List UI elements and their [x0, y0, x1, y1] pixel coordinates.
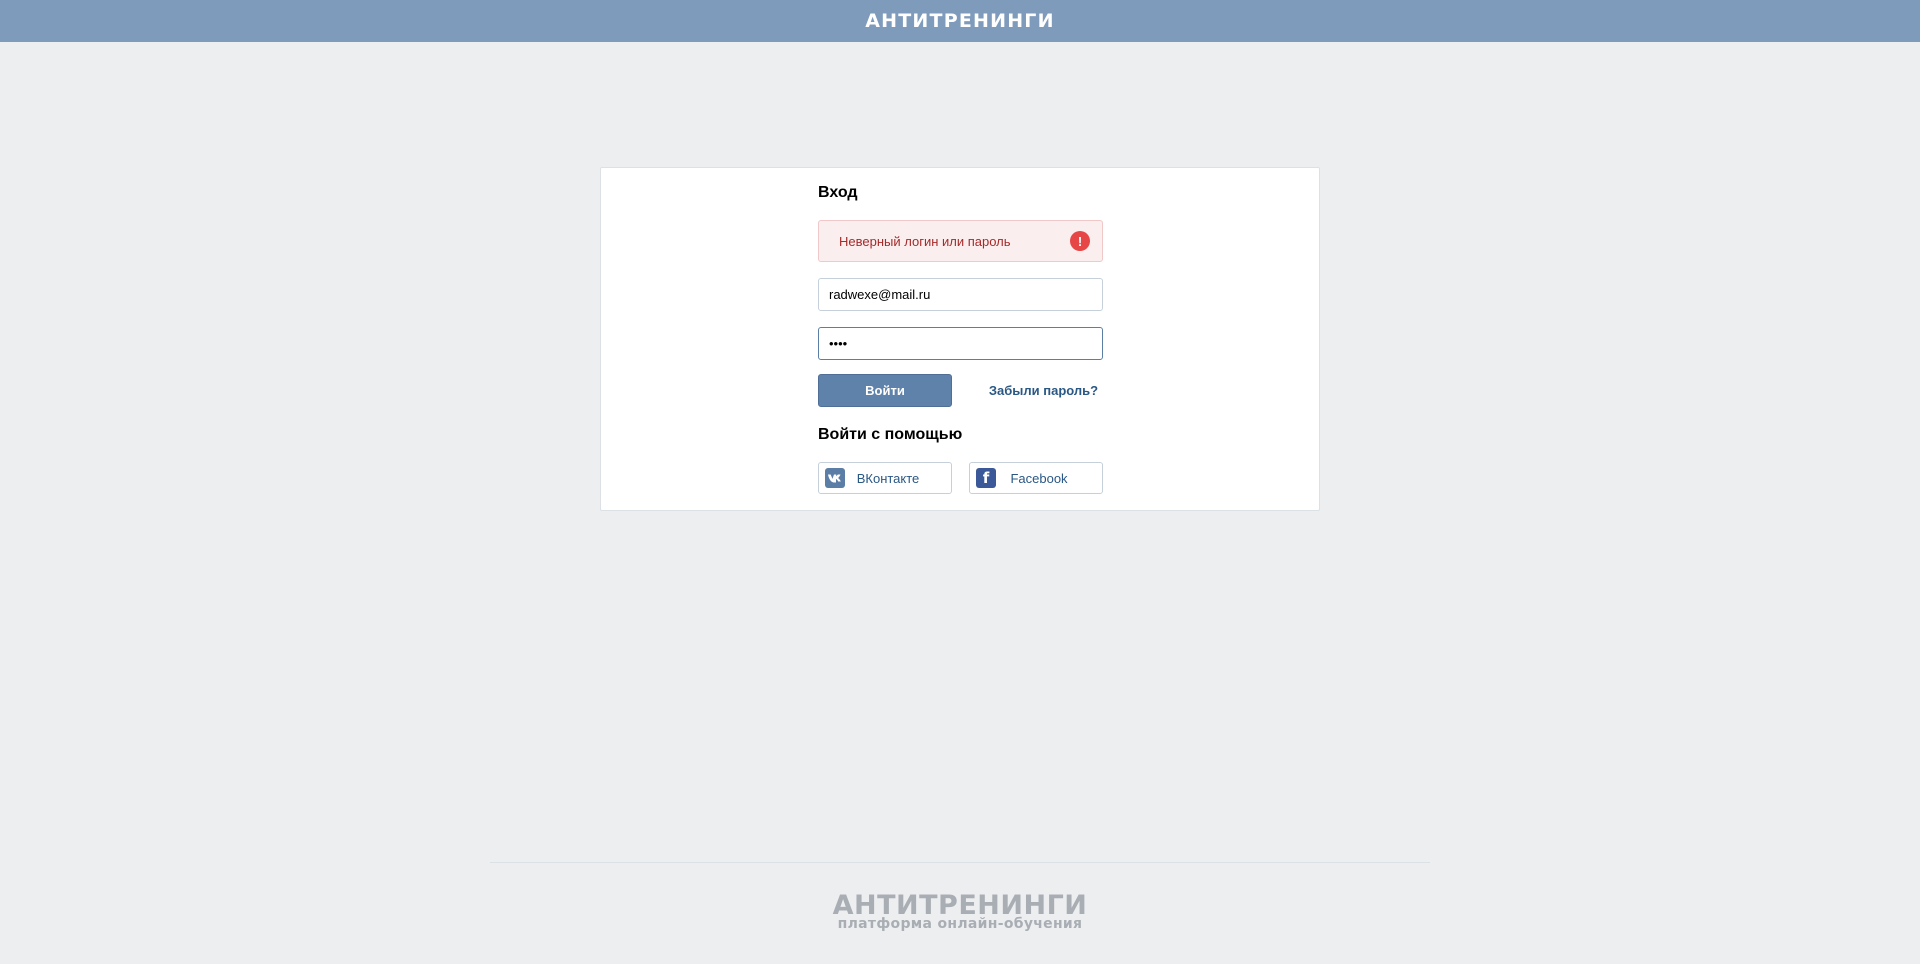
- footer-logo: АНТИТРЕНИНГИ: [832, 890, 1088, 921]
- footer-divider: [490, 862, 1430, 863]
- login-title: Вход: [818, 184, 858, 201]
- error-message: Неверный логин или пароль: [839, 233, 1011, 249]
- exclamation-icon: !: [1070, 231, 1090, 251]
- error-alert: Неверный логин или пароль !: [818, 220, 1103, 262]
- password-field[interactable]: [818, 327, 1103, 360]
- facebook-login-button[interactable]: f Facebook: [969, 462, 1103, 494]
- header-logo[interactable]: АНТИТРЕНИНГИ: [865, 10, 1054, 32]
- login-button[interactable]: Войти: [818, 374, 952, 407]
- email-field[interactable]: [818, 278, 1103, 311]
- vk-login-button[interactable]: ВКонтакте: [818, 462, 952, 494]
- facebook-icon: f: [976, 468, 996, 488]
- login-card: Вход Неверный логин или пароль ! Войти З…: [600, 167, 1320, 511]
- top-header: АНТИТРЕНИНГИ: [0, 0, 1920, 42]
- forgot-password-link[interactable]: Забыли пароль?: [984, 383, 1103, 398]
- facebook-label: Facebook: [1010, 470, 1068, 486]
- social-login-title: Войти с помощью: [818, 426, 963, 443]
- vk-label: ВКонтакте: [856, 470, 920, 486]
- footer-tagline: платформа онлайн-обучения: [837, 916, 1083, 932]
- vk-icon: [825, 468, 845, 488]
